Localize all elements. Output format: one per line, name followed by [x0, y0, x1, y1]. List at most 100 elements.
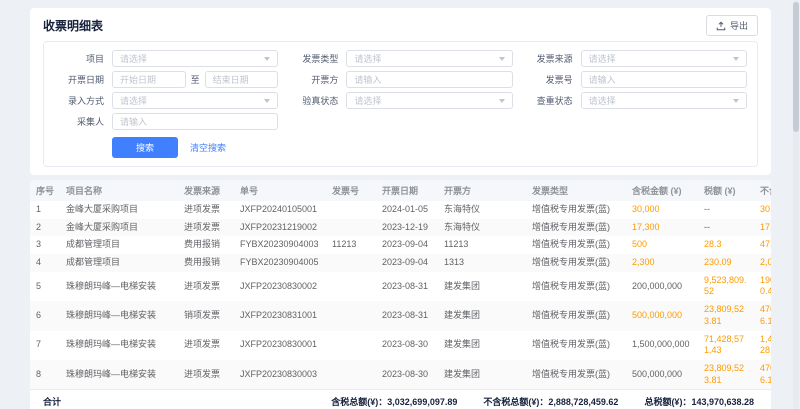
cell-invoice_no	[326, 360, 376, 389]
placeholder-text: 请输入	[354, 73, 381, 86]
cell-type: 增值税专用发票(蓝)	[526, 360, 626, 389]
cell-issuer: 建发集团	[438, 331, 526, 360]
table-row[interactable]: 8珠穆朗玛峰—电梯安装进项发票JXFP202308300032023-08-30…	[30, 360, 771, 389]
filter-field-invoice-source: 发票来源请选择	[523, 50, 747, 67]
table-row[interactable]: 2金峰大厦采购项目进项发票JXFP202312190022023-12-19东海…	[30, 219, 771, 237]
filter-buttons-row: 搜索 清空搜索	[54, 137, 747, 158]
invoice-type-select[interactable]: 请选择	[346, 50, 512, 67]
table-row[interactable]: 5珠穆朗玛峰—电梯安装进项发票JXFP202308300022023-08-31…	[30, 272, 771, 301]
table-row[interactable]: 1金峰大厦采购项目进项发票JXFP202401050012024-01-05东海…	[30, 201, 771, 219]
column-header: 含税金额 (¥)	[626, 180, 698, 201]
search-button[interactable]: 搜索	[112, 137, 178, 158]
cell-no: 5	[30, 272, 60, 301]
placeholder-text: 结束日期	[213, 73, 249, 86]
cell-project: 珠穆朗玛峰—电梯安装	[60, 360, 178, 389]
filter-label: 项目	[54, 52, 104, 65]
cell-amount_excl: 476,190,476.19	[754, 360, 771, 389]
placeholder-text: 请选择	[589, 94, 616, 107]
entry-method-select[interactable]: 请选择	[112, 92, 278, 109]
issuer-input[interactable]: 请输入	[346, 71, 512, 88]
cell-order_no: FYBX20230904005	[234, 254, 326, 272]
cell-tax: 23,809,523.81	[698, 360, 754, 389]
cell-order_no: JXFP20231219002	[234, 219, 326, 237]
clear-search-button[interactable]: 清空搜索	[190, 141, 226, 154]
project-select[interactable]: 请选择	[112, 50, 278, 67]
cell-date: 2024-01-05	[376, 201, 438, 219]
cell-type: 增值税专用发票(蓝)	[526, 301, 626, 330]
summary-row: 合计 含税总额(¥)：3,032,699,097.89 不含税总额(¥)：2,8…	[30, 389, 771, 409]
filter-field-verify-status: 验真状态请选择	[288, 92, 512, 109]
column-header: 发票号	[326, 180, 376, 201]
cell-issuer: 东海特仪	[438, 201, 526, 219]
page-scrollbar-thumb[interactable]	[793, 2, 799, 132]
dup-check-status-select[interactable]: 请选择	[581, 92, 747, 109]
cell-order_no: JXFP20230830003	[234, 360, 326, 389]
table-header-row: 序号项目名称发票来源单号发票号开票日期开票方发票类型含税金额 (¥)税额 (¥)…	[30, 180, 771, 201]
table-card: 序号项目名称发票来源单号发票号开票日期开票方发票类型含税金额 (¥)税额 (¥)…	[30, 180, 771, 409]
table-row[interactable]: 4成都管理项目费用报销FYBX202309040052023-09-041313…	[30, 254, 771, 272]
cell-amount_incl: 17,300	[626, 219, 698, 237]
summary-items: 含税总额(¥)：3,032,699,097.89 不含税总额(¥)：2,888,…	[331, 395, 754, 408]
filter-field-invoice-no: 发票号请输入	[523, 71, 747, 88]
filter-grid: 项目请选择发票类型请选择发票来源请选择开票日期开始日期至结束日期开票方请输入发票…	[54, 50, 747, 130]
chevron-down-icon	[733, 57, 739, 61]
header-card: 收票明细表 导出 项目请选择发票类型请选择发票来源请选择开票日期开始日期至结束日…	[30, 8, 771, 175]
summary-tax-total: 总税额(¥)：143,970,638.28	[644, 395, 754, 408]
export-label: 导出	[730, 19, 748, 32]
summary-tax-total-value: 143,970,638.28	[691, 397, 754, 407]
export-icon	[716, 21, 726, 31]
column-header: 发票来源	[178, 180, 234, 201]
cell-issuer: 建发集团	[438, 360, 526, 389]
filter-field-project: 项目请选择	[54, 50, 278, 67]
summary-amount-excl: 不含税总额(¥)：2,888,728,459.62	[483, 395, 618, 408]
chevron-down-icon	[733, 99, 739, 103]
filter-field-invoice-date: 开票日期开始日期至结束日期	[54, 71, 278, 88]
cell-type: 增值税专用发票(蓝)	[526, 272, 626, 301]
column-header: 开票方	[438, 180, 526, 201]
column-header: 发票类型	[526, 180, 626, 201]
title-row: 收票明细表 导出	[43, 15, 758, 36]
cell-source: 销项发票	[178, 301, 234, 330]
summary-amount-incl: 含税总额(¥)：3,032,699,097.89	[331, 395, 457, 408]
table-body: 1金峰大厦采购项目进项发票JXFP202401050012024-01-05东海…	[30, 201, 771, 389]
cell-tax: 230.09	[698, 254, 754, 272]
cell-date: 2023-08-30	[376, 360, 438, 389]
invoice-source-select[interactable]: 请选择	[581, 50, 747, 67]
cell-source: 进项发票	[178, 360, 234, 389]
cell-order_no: JXFP20230831001	[234, 301, 326, 330]
filter-field-collector: 采集人请输入	[54, 113, 278, 130]
cell-no: 4	[30, 254, 60, 272]
filter-label: 发票来源	[523, 52, 573, 65]
collector-input[interactable]: 请输入	[112, 113, 278, 130]
placeholder-text: 请选择	[354, 52, 381, 65]
summary-amount-excl-value: 2,888,728,459.62	[548, 397, 618, 407]
invoice-date-start-input[interactable]: 开始日期	[112, 71, 186, 88]
filter-label: 发票类型	[288, 52, 338, 65]
cell-project: 成都管理项目	[60, 254, 178, 272]
verify-status-select[interactable]: 请选择	[346, 92, 512, 109]
cell-type: 增值税专用发票(蓝)	[526, 331, 626, 360]
page-scrollbar[interactable]	[793, 0, 799, 409]
cell-amount_excl: 17,300	[754, 219, 771, 237]
chevron-down-icon	[264, 57, 270, 61]
invoice-date-end-input[interactable]: 结束日期	[205, 71, 279, 88]
cell-issuer: 建发集团	[438, 272, 526, 301]
table-row[interactable]: 3成都管理项目费用报销FYBX20230904003112132023-09-0…	[30, 236, 771, 254]
export-button[interactable]: 导出	[706, 15, 758, 36]
cell-date: 2023-08-31	[376, 272, 438, 301]
placeholder-text: 请输入	[120, 115, 147, 128]
filter-field-invoice-type: 发票类型 请选择	[288, 50, 512, 67]
cell-order_no: JXFP20240105001	[234, 201, 326, 219]
cell-date: 2023-12-19	[376, 219, 438, 237]
summary-amount-excl-label: 不含税总额(¥)：	[483, 397, 548, 407]
cell-issuer: 1313	[438, 254, 526, 272]
cell-source: 进项发票	[178, 201, 234, 219]
invoice-no-input[interactable]: 请输入	[581, 71, 747, 88]
cell-project: 金峰大厦采购项目	[60, 201, 178, 219]
table-row[interactable]: 6珠穆朗玛峰—电梯安装销项发票JXFP202308310012023-08-31…	[30, 301, 771, 330]
cell-type: 增值税专用发票(蓝)	[526, 219, 626, 237]
page-title: 收票明细表	[43, 17, 103, 34]
cell-tax: --	[698, 201, 754, 219]
table-row[interactable]: 7珠穆朗玛峰—电梯安装进项发票JXFP202308300012023-08-30…	[30, 331, 771, 360]
summary-tax-total-label: 总税额(¥)：	[644, 397, 691, 407]
